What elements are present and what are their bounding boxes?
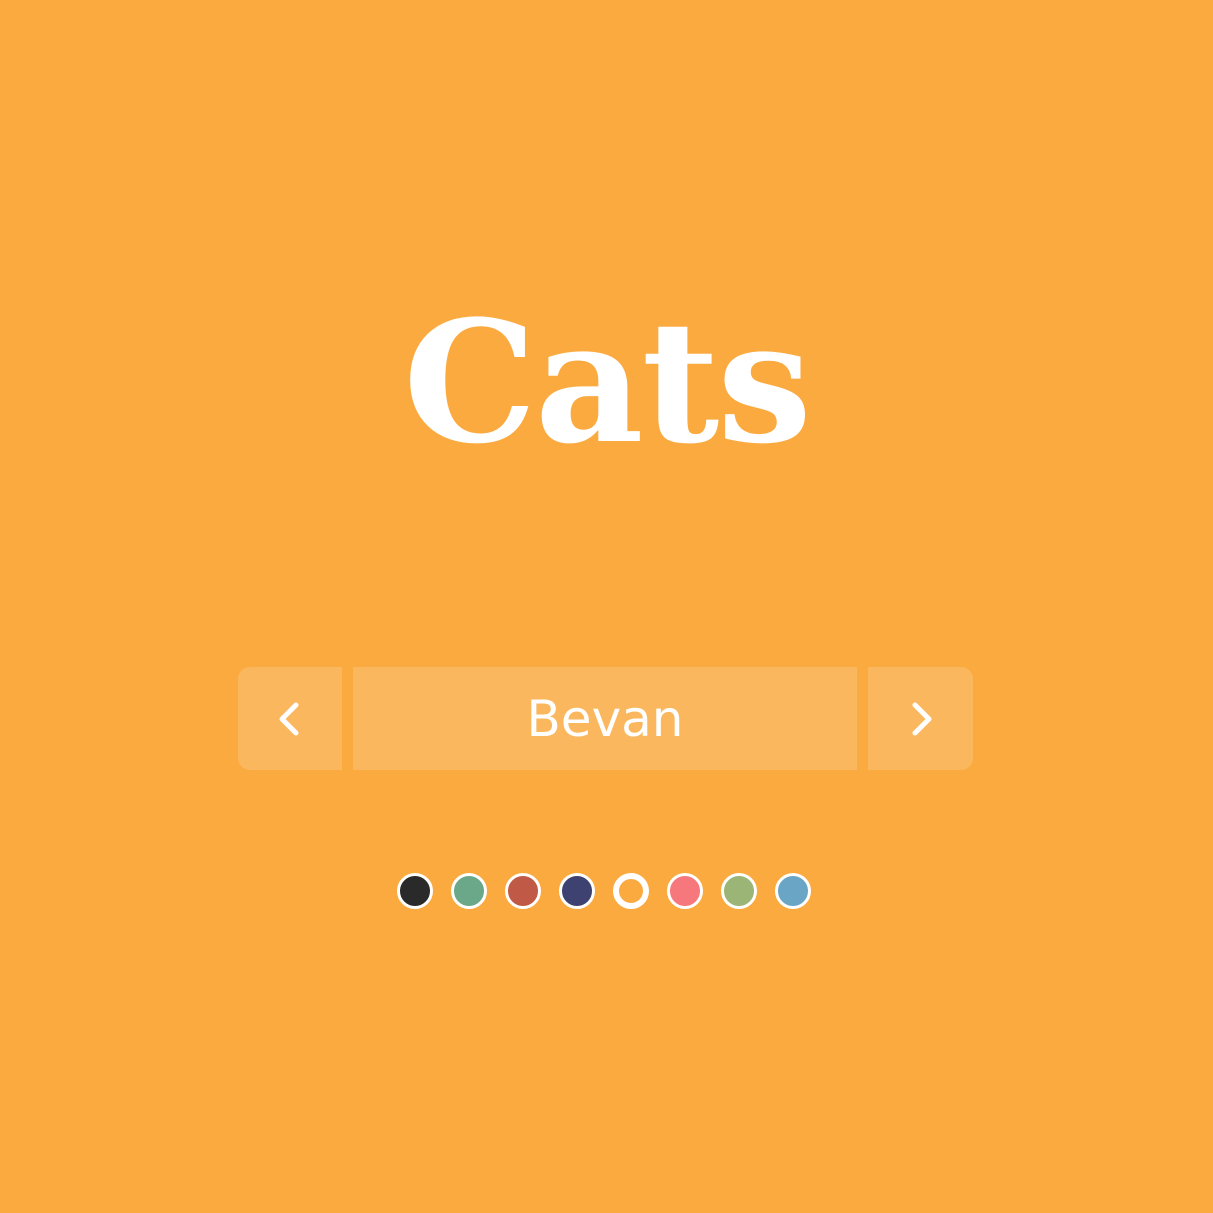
color-dot-dark[interactable] bbox=[397, 873, 433, 909]
page-title: Cats bbox=[403, 283, 812, 481]
previous-font-button[interactable] bbox=[238, 667, 342, 770]
color-picker bbox=[397, 873, 817, 909]
color-dot-red[interactable] bbox=[505, 873, 541, 909]
chevron-left-icon bbox=[279, 702, 299, 735]
color-dot-olive[interactable] bbox=[721, 873, 757, 909]
color-dot-navy[interactable] bbox=[559, 873, 595, 909]
font-name-label: Bevan bbox=[526, 689, 684, 748]
chevron-right-icon bbox=[912, 702, 931, 735]
color-dot-pink[interactable] bbox=[667, 873, 703, 909]
color-dot-blue[interactable] bbox=[775, 873, 811, 909]
next-font-button[interactable] bbox=[868, 667, 973, 770]
color-dot-orange[interactable] bbox=[613, 873, 649, 909]
color-dot-green[interactable] bbox=[451, 873, 487, 909]
font-name-display: Bevan bbox=[353, 667, 857, 770]
